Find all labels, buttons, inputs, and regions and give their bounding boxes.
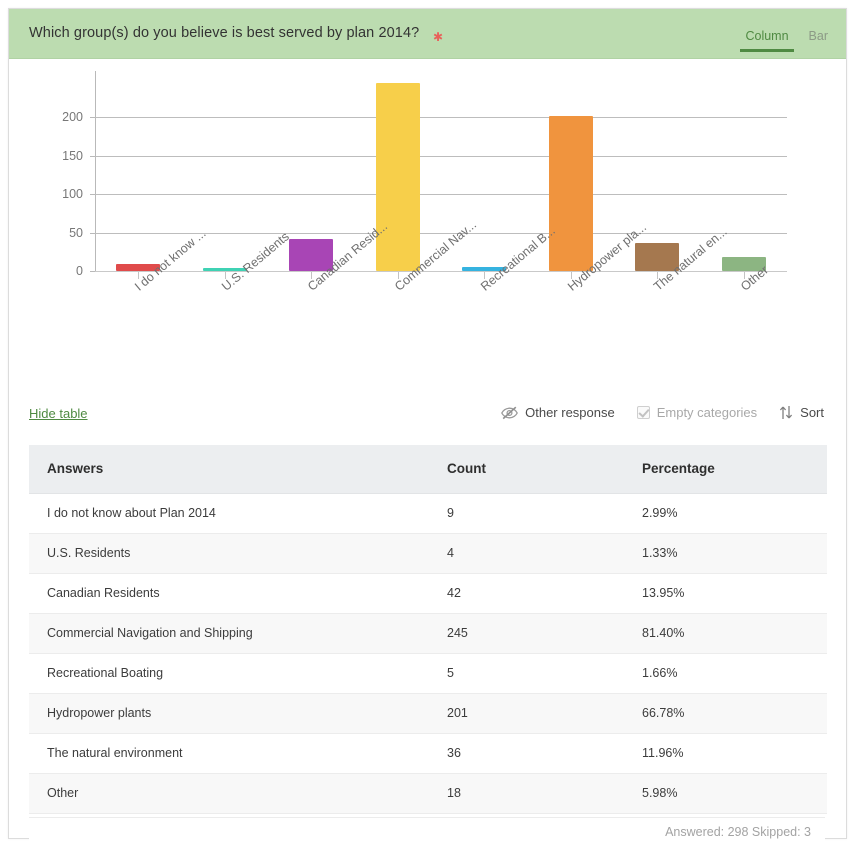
other-response-toggle[interactable]: Other response [501,405,615,420]
chart-area: 0 50 100 150 200 I do not know ... U.S. Resid… [9,59,846,394]
cell-percentage: 2.99% [624,493,827,534]
other-response-label: Other response [525,405,615,420]
page-title: Which group(s) do you believe is best se… [29,25,420,41]
table-toolbar-actions: Other response Empty categories Sort [501,405,824,420]
cell-count: 36 [429,733,624,774]
eye-slash-icon [501,406,519,420]
tab-column-label: Column [745,29,789,43]
table-row: I do not know about Plan 2014 9 2.99% [29,493,827,534]
y-axis-tick-label: 150 [62,148,83,163]
cell-answer: Other [29,773,429,814]
tab-bar-label: Bar [808,29,828,43]
sort-button[interactable]: Sort [779,405,824,420]
cell-percentage: 66.78% [624,693,827,734]
table-body: I do not know about Plan 2014 9 2.99% U.S. … [29,493,827,814]
cell-count: 201 [429,693,624,734]
tab-column[interactable]: Column [740,29,794,52]
table-row: Recreational Boating 5 1.66% [29,653,827,694]
question-results-card: Which group(s) do you believe is best se… [8,8,847,847]
empty-categories-label: Empty categories [656,405,758,420]
cell-percentage: 81.40% [624,613,827,654]
cell-answer: The natural environment [29,733,429,774]
sort-label: Sort [800,405,824,420]
checkbox-icon [636,406,650,419]
tab-bar[interactable]: Bar [809,29,828,52]
cell-answer: U.S. Residents [29,533,429,574]
cell-count: 4 [429,533,624,574]
chart-type-tabs: Column Bar [740,9,828,59]
y-axis-tick-label: 0 [76,264,83,278]
survey-results-page: Which group(s) do you believe is best se… [0,0,855,847]
sort-arrows-icon [779,405,793,420]
cell-answer: Commercial Navigation and Shipping [29,613,429,654]
table-footer: Answered: 298 Skipped: 3 [29,817,825,847]
table-row: Commercial Navigation and Shipping 245 81.… [29,613,827,654]
chart-bar[interactable] [375,82,420,271]
table-row: Canadian Residents 42 13.95% [29,573,827,614]
response-summary: Answered: 298 Skipped: 3 [665,825,811,839]
cell-count: 245 [429,613,624,654]
table-header: Answers Count Percentage [29,445,827,494]
cell-count: 42 [429,573,624,614]
cell-count: 9 [429,493,624,534]
table-toolbar: Hide table Other response Empty categori [9,394,846,440]
y-axis-tick-label: 200 [62,110,83,125]
cell-percentage: 5.98% [624,773,827,814]
cell-answer: Canadian Residents [29,573,429,614]
column-header-percentage[interactable]: Percentage [624,445,827,494]
y-axis-tick [90,271,95,272]
cell-count: 5 [429,653,624,694]
cell-answer: Recreational Boating [29,653,429,694]
cell-percentage: 13.95% [624,573,827,614]
table-row: Hydropower plants 201 66.78% [29,693,827,734]
chart-bar[interactable] [548,116,593,271]
column-header-count[interactable]: Count [429,445,624,494]
required-asterisk-icon: ✱ [433,30,444,44]
column-header-answers[interactable]: Answers [29,445,429,494]
results-table: Answers Count Percentage I do not know a… [29,445,827,814]
question-header: Which group(s) do you believe is best se… [9,9,846,59]
hide-table-link[interactable]: Hide table [29,406,88,421]
cell-answer: Hydropower plants [29,693,429,734]
empty-categories-toggle[interactable]: Empty categories [636,405,758,420]
cell-answer: I do not know about Plan 2014 [29,493,429,534]
table-row: Other 18 5.98% [29,773,827,814]
y-axis-tick-label: 100 [62,187,83,202]
cell-count: 18 [429,773,624,814]
cell-percentage: 11.96% [624,733,827,774]
cell-percentage: 1.33% [624,533,827,574]
cell-percentage: 1.66% [624,653,827,694]
table-row: U.S. Residents 4 1.33% [29,533,827,574]
table-header-row: Answers Count Percentage [29,445,827,494]
table-row: The natural environment 36 11.96% [29,733,827,774]
y-axis-tick-label: 50 [69,225,83,240]
